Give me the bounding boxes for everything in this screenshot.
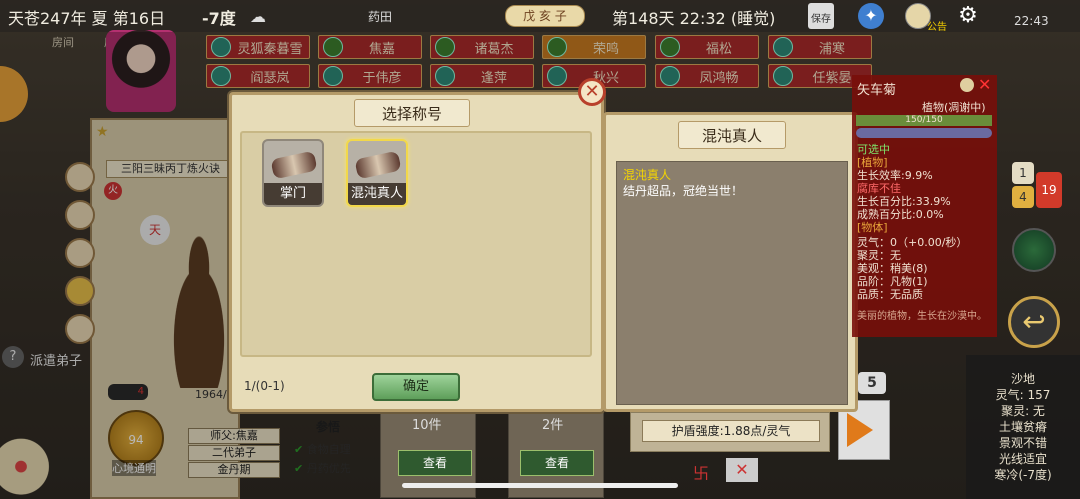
- notice-badge[interactable]: 1: [1012, 162, 1034, 184]
- view-button[interactable]: 查看: [520, 450, 594, 476]
- detail-title: 混沌真人: [678, 121, 786, 149]
- energy-bar: [856, 128, 992, 138]
- close-icon[interactable]: ✕: [578, 78, 606, 106]
- area-name: 药田: [368, 10, 393, 24]
- compass-icon[interactable]: ✦: [858, 3, 884, 29]
- season-badge[interactable]: 戊 亥 子: [505, 5, 585, 27]
- view-button[interactable]: 查看: [398, 450, 472, 476]
- terrain-line: 光线适宜: [998, 452, 1047, 466]
- terrain-line: 灵气: 157: [995, 388, 1051, 402]
- stat-line: [物体]: [857, 221, 888, 234]
- plus-icon[interactable]: [960, 78, 974, 92]
- terrain-info: 沙地 灵气: 157 聚灵: 无 土壤贫瘠 景观不错 光线适宜 寒冷(-7度): [966, 355, 1080, 499]
- title-item-chaos[interactable]: 混沌真人: [346, 139, 408, 207]
- swastika-icon: 卐: [693, 464, 710, 483]
- game-screen: 天苍247年 夏 第16日 -7度 ☁ 药田 戊 亥 子 第148天 22:32…: [0, 0, 1080, 499]
- back-arrow-icon[interactable]: ↩: [1008, 296, 1060, 348]
- count-badge: 5: [858, 372, 886, 394]
- terrain-line: 聚灵: 无: [1001, 404, 1045, 418]
- plant-name: 矢车菊: [857, 83, 897, 98]
- terrain-line: 景观不错: [998, 436, 1047, 450]
- detail-content: 混沌真人 结丹超品，冠绝当世！: [616, 161, 848, 405]
- detail-name: 混沌真人: [623, 168, 672, 182]
- hp-text: 150/150: [905, 115, 943, 125]
- item-count: 10件: [412, 418, 442, 433]
- scroll-icon: [270, 150, 318, 180]
- page-indicator: 1/(0-1): [244, 379, 285, 393]
- item-count: 2件: [542, 418, 564, 433]
- weather-cloud-icon: ☁: [250, 7, 266, 26]
- day-time: 第148天 22:32 (睡觉): [612, 9, 776, 28]
- terrain-line: 沙地: [1010, 372, 1035, 386]
- title-detail-panel: 混沌真人 混沌真人 结丹超品，冠绝当世！: [603, 112, 858, 412]
- dialog-title: 选择称号: [354, 99, 470, 127]
- scroll-icon: [354, 150, 402, 180]
- temperature: -7度: [202, 9, 236, 28]
- game-date: 天苍247年 夏 第16日: [8, 9, 166, 28]
- play-arrow-icon[interactable]: [847, 413, 873, 447]
- announce-label[interactable]: 公告: [927, 18, 947, 33]
- detail-description: 结丹超品，冠绝当世！: [623, 184, 744, 198]
- stat-line: 美丽的植物，生长在沙漠中。: [857, 311, 987, 322]
- hp-bar: 150/150: [856, 115, 992, 126]
- plant-type: 植物(凋谢中): [922, 101, 986, 114]
- swirl-icon[interactable]: [1012, 228, 1056, 272]
- clock: 22:43: [1014, 14, 1049, 28]
- top-bar: 天苍247年 夏 第16日 -7度 ☁ 药田 戊 亥 子 第148天 22:32…: [0, 0, 1080, 33]
- remove-icon[interactable]: ✕: [726, 458, 758, 482]
- title-grid: 掌门 混沌真人: [240, 131, 592, 357]
- title-item-leader[interactable]: 掌门: [262, 139, 324, 207]
- gear-icon[interactable]: ⚙: [955, 3, 981, 29]
- choose-title-dialog: 选择称号 掌门 混沌真人 1/(0-1) 确定: [229, 92, 604, 412]
- notice-badge[interactable]: 4: [1012, 186, 1034, 208]
- shield-strength: 护盾强度:1.88点/灵气: [642, 420, 820, 442]
- plant-info-panel: 矢车菊 ✕ 植物(凋谢中) 150/150 可选中 [植物] 生长效率:9.9%…: [852, 75, 997, 337]
- terrain-line: 土壤贫瘠: [998, 420, 1047, 434]
- confirm-button[interactable]: 确定: [372, 373, 460, 401]
- stat-line: 品质：无品质: [857, 288, 923, 301]
- notice-badge[interactable]: 19: [1036, 172, 1062, 208]
- terrain-line: 寒冷(-7度): [994, 468, 1052, 482]
- home-indicator: [402, 483, 678, 488]
- save-button[interactable]: 保存: [808, 3, 834, 29]
- close-icon[interactable]: ✕: [978, 75, 991, 94]
